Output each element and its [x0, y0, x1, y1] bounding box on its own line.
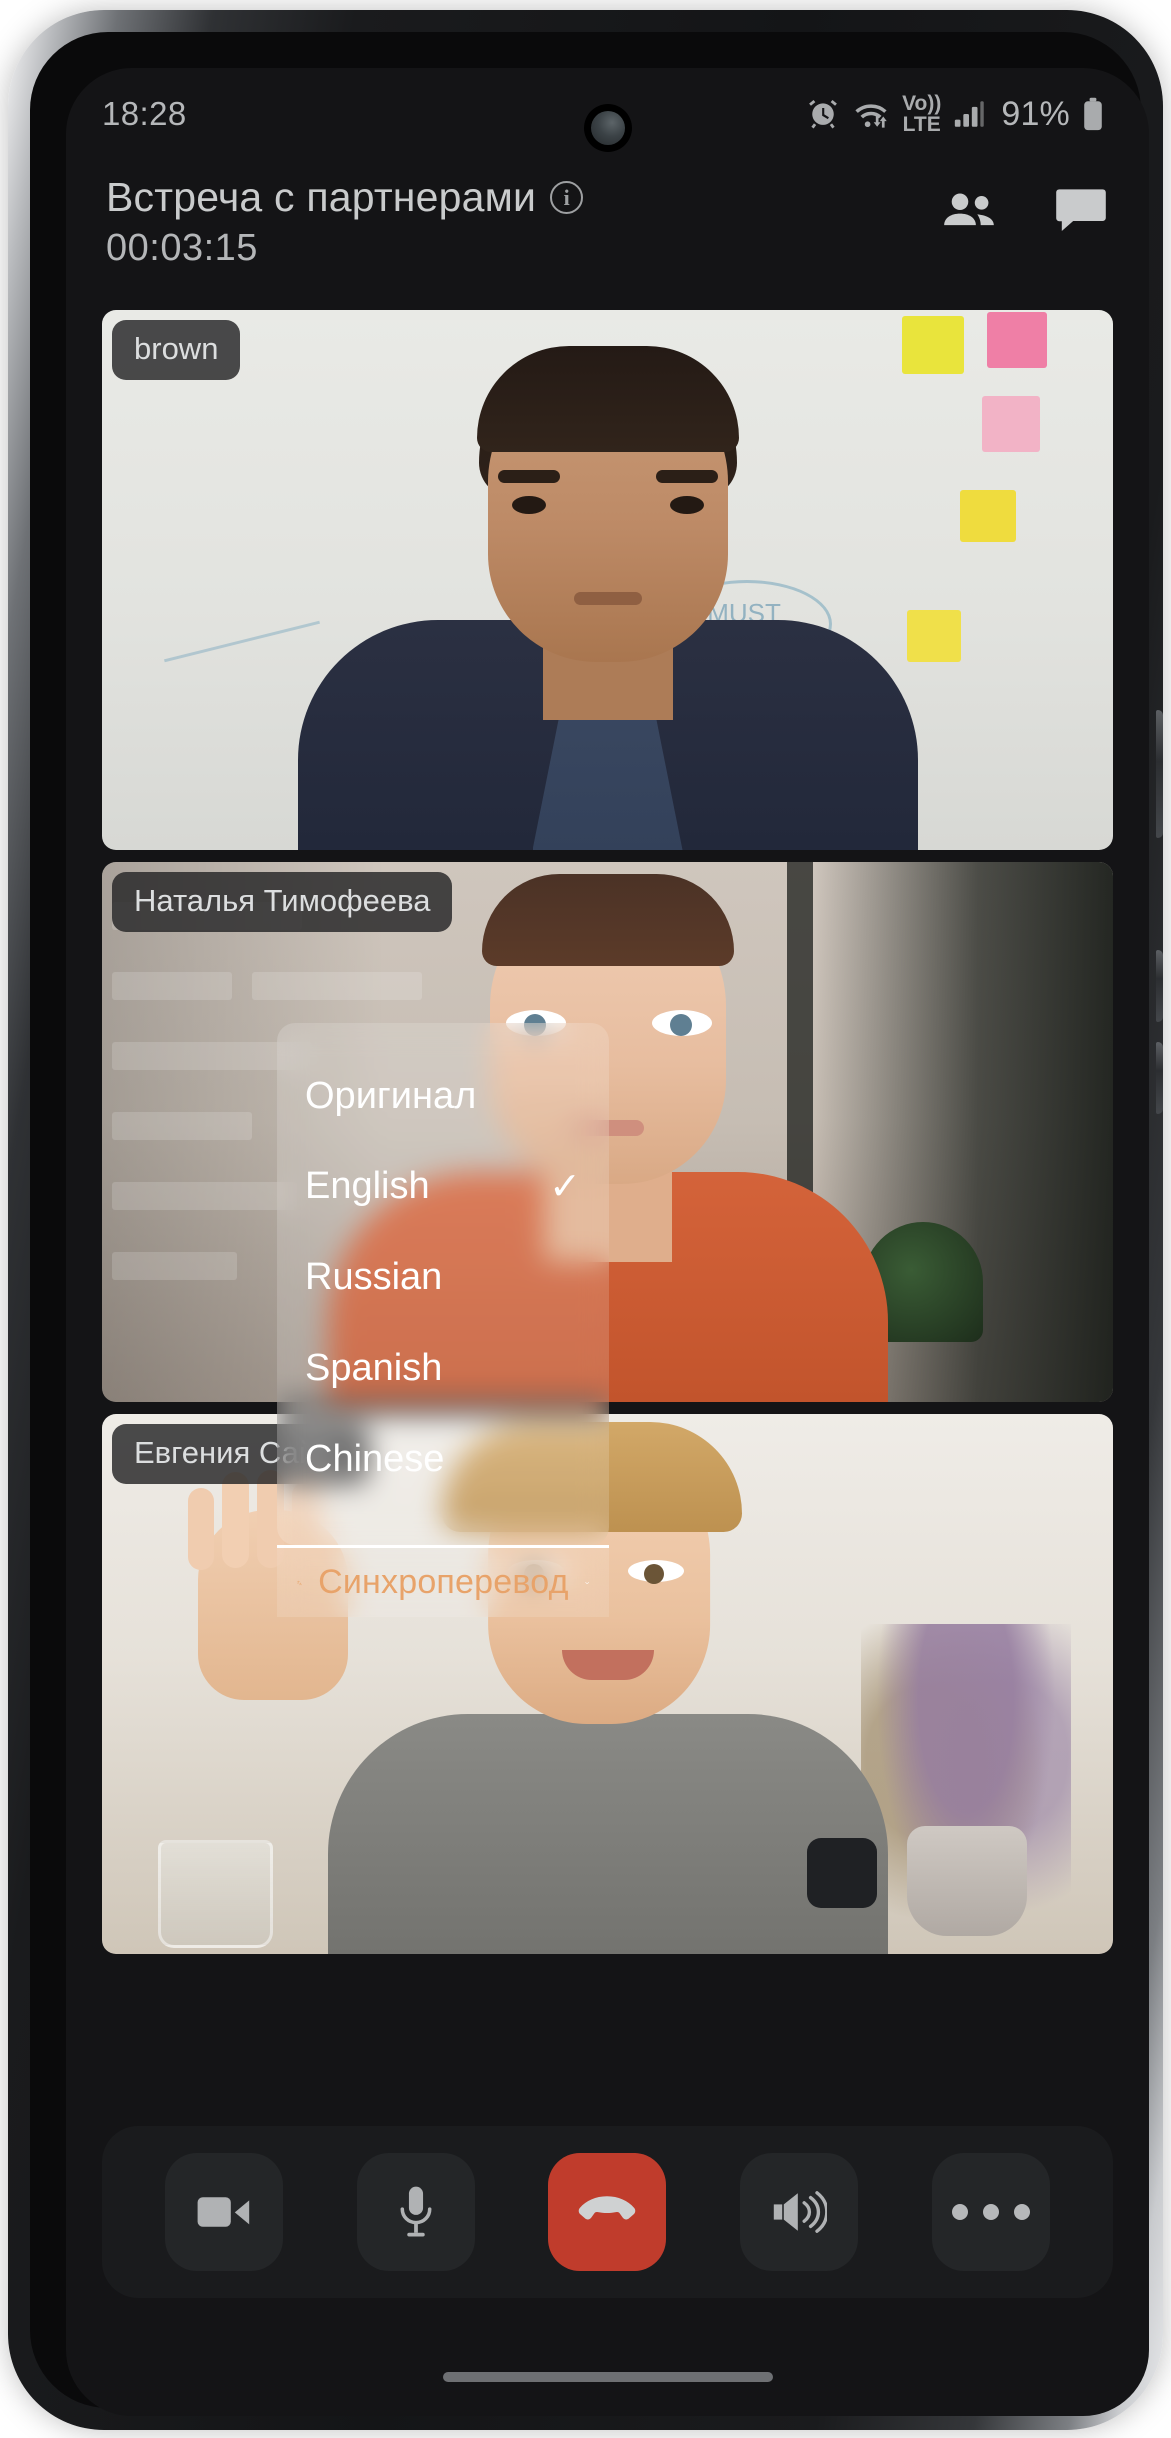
meeting-header: Встреча с партнерами i 00:03:15: [66, 160, 1149, 310]
power-button[interactable]: [1156, 710, 1163, 838]
language-option-chinese[interactable]: Chinese: [277, 1414, 609, 1504]
phone-screen: 18:28 Vo)) LTE 91% Встреча с партнерами …: [66, 68, 1149, 2416]
translate-icon: [297, 1580, 302, 1585]
microphone-button[interactable]: [356, 2153, 475, 2271]
language-option-label: Оригинал: [305, 1074, 477, 1117]
volume-up-button[interactable]: [1156, 950, 1163, 1022]
volume-down-button[interactable]: [1156, 1042, 1163, 1114]
language-option-label: Chinese: [305, 1437, 445, 1480]
ellipsis-icon: [952, 2204, 1031, 2220]
home-indicator[interactable]: [442, 2372, 773, 2382]
video-camera-icon: [197, 2197, 250, 2227]
end-call-button[interactable]: [548, 2153, 667, 2271]
language-dropdown-menu: Оригинал English ✓ Russian Spanish Chine…: [277, 1023, 609, 1545]
hangup-phone-icon: [579, 2196, 636, 2220]
signal-icon: [955, 101, 985, 127]
speaker-button[interactable]: [740, 2153, 859, 2271]
camera-button[interactable]: [164, 2153, 283, 2271]
screenshot-root: 18:28 Vo)) LTE 91% Встреча с партнерами …: [0, 0, 1171, 2438]
battery-icon: [1084, 97, 1102, 131]
language-option-russian[interactable]: Russian: [277, 1232, 609, 1322]
participants-button[interactable]: [941, 184, 997, 236]
video-grid: Loss ↑ MUST ME: [66, 310, 1149, 1980]
page-title: Встреча с партнерами: [106, 174, 537, 220]
participants-icon: [944, 193, 994, 226]
status-bar-icons: Vo)) LTE 91%: [806, 91, 1105, 136]
battery-percent-label: 91%: [1001, 94, 1070, 133]
video-tile[interactable]: Loss ↑ MUST ME: [102, 310, 1113, 850]
more-options-button[interactable]: [932, 2153, 1051, 2271]
language-option-english[interactable]: English ✓: [277, 1141, 609, 1231]
phone-frame: 18:28 Vo)) LTE 91% Встреча с партнерами …: [8, 10, 1163, 2430]
participant-name-label: Наталья Тимофеева: [112, 872, 453, 932]
sync-translate-label: Синхроперевод: [318, 1563, 569, 1601]
microphone-icon: [400, 2186, 432, 2237]
sync-translate-button[interactable]: Синхроперевод: [277, 1545, 609, 1617]
info-icon[interactable]: i: [550, 181, 584, 214]
language-option-label: English: [305, 1164, 430, 1207]
alarm-icon: [809, 99, 837, 129]
check-icon: ✓: [549, 1165, 581, 1208]
chat-button[interactable]: [1053, 184, 1109, 236]
language-option-spanish[interactable]: Spanish: [277, 1323, 609, 1413]
meeting-header-info: Встреча с партнерами i 00:03:15: [106, 170, 584, 270]
video-stream: Loss ↑ MUST ME: [102, 310, 1113, 850]
volte-icon: Vo)) LTE: [902, 91, 942, 136]
chat-icon: [1056, 189, 1106, 231]
chevron-down-icon: [584, 1581, 589, 1584]
call-control-bar: [102, 2126, 1113, 2298]
front-camera-punch-hole: [583, 104, 632, 152]
volte-bottom-text: LTE: [902, 113, 941, 136]
language-option-label: Russian: [305, 1255, 443, 1298]
phone-bezel: 18:28 Vo)) LTE 91% Встреча с партнерами …: [30, 32, 1149, 2416]
volte-top-text: Vo)): [902, 91, 942, 115]
status-bar-clock: 18:28: [102, 95, 187, 132]
participant-name-label: brown: [112, 320, 241, 380]
language-option-original[interactable]: Оригинал: [277, 1051, 609, 1141]
meeting-header-actions: [941, 170, 1109, 236]
speaker-icon: [774, 2191, 828, 2233]
meeting-timer: 00:03:15: [106, 227, 258, 269]
wifi-icon: [855, 104, 887, 128]
language-option-label: Spanish: [305, 1346, 443, 1389]
